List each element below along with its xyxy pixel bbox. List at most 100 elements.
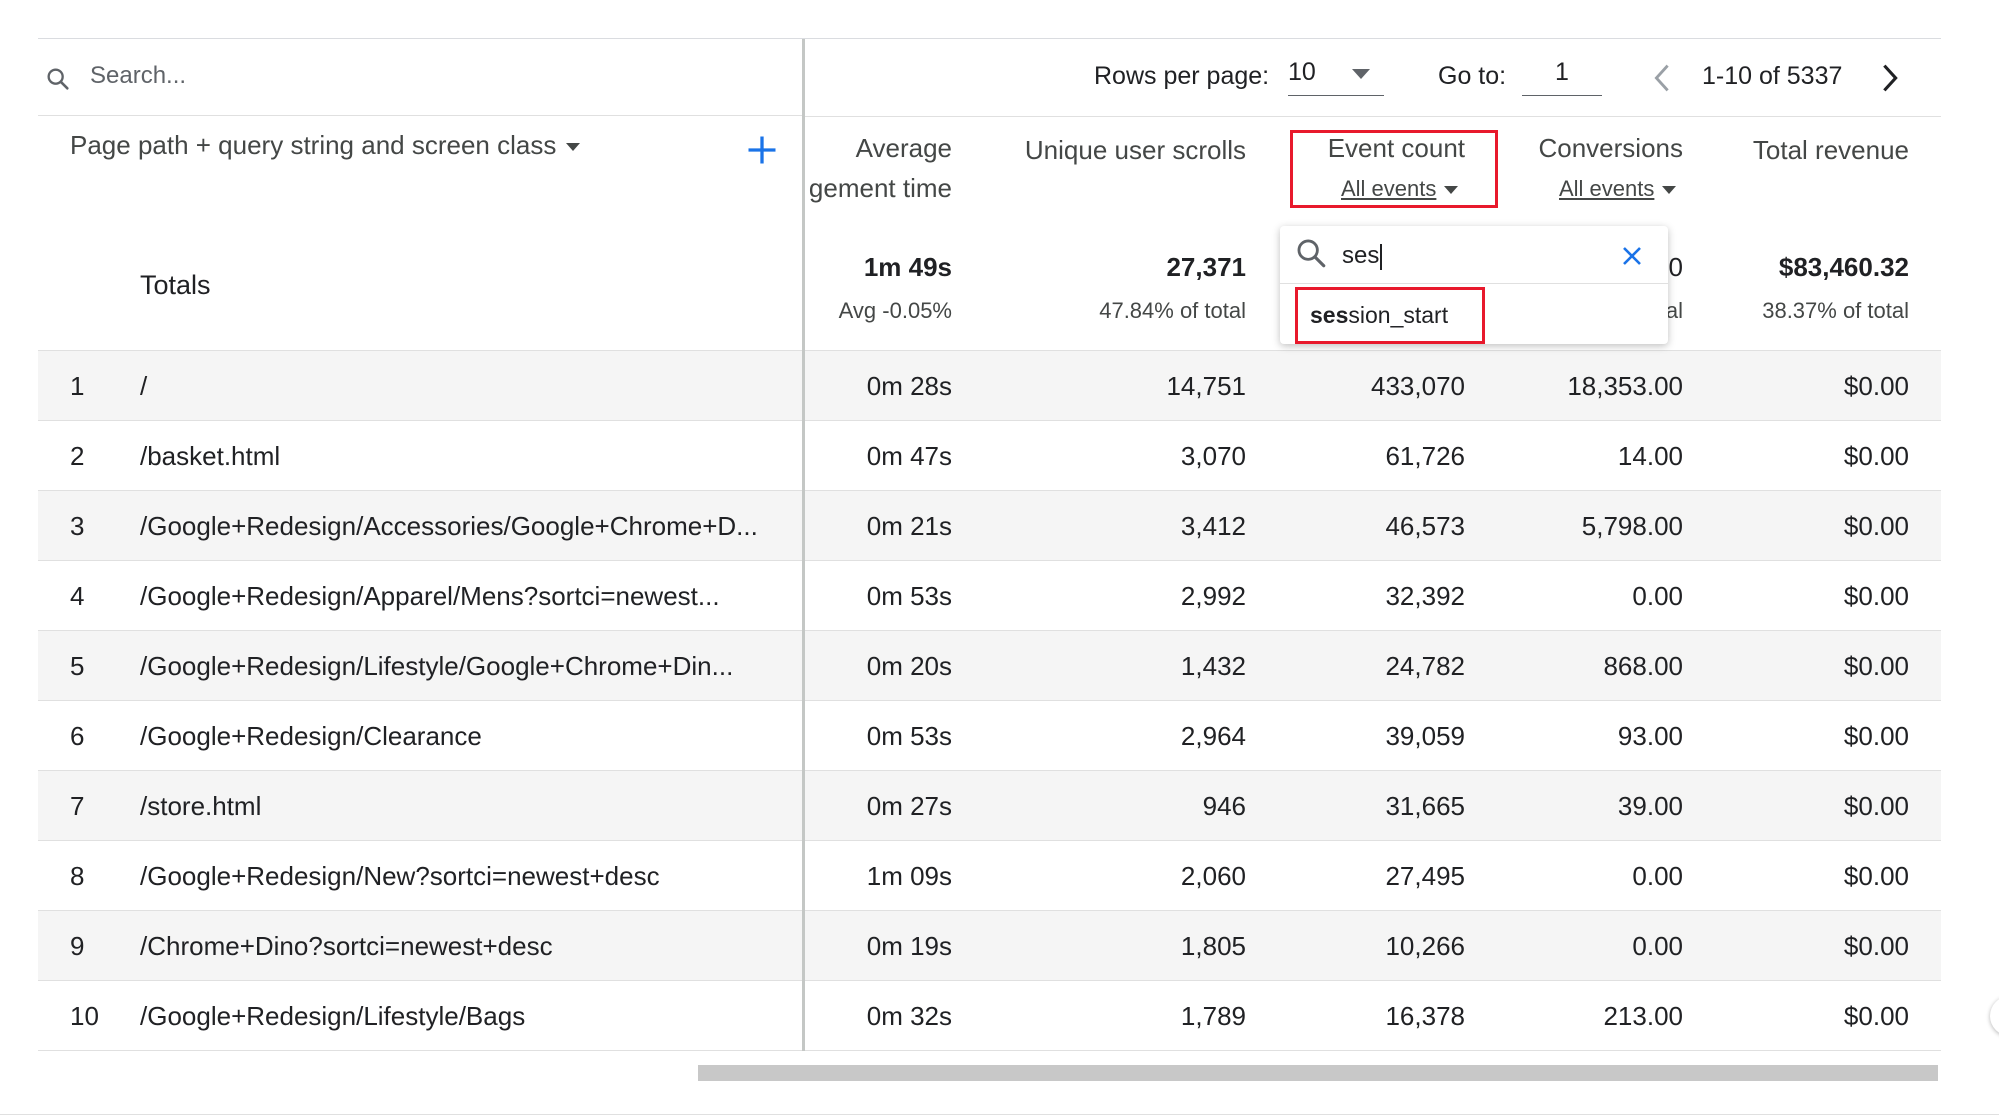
row-events-value: 10,266 bbox=[1385, 931, 1465, 961]
row-page-path[interactable]: / bbox=[140, 371, 147, 402]
clear-search-icon[interactable] bbox=[1620, 244, 1644, 268]
table-row[interactable]: 6/Google+Redesign/Clearance 0m 53s 2,964 39… bbox=[38, 700, 1941, 770]
event-count-highlight-box bbox=[1290, 130, 1498, 208]
row-scrolls-value: 1,805 bbox=[1180, 931, 1246, 961]
totals-avg-engagement-sub: Avg -0.05% bbox=[838, 298, 952, 323]
totals-total-revenue: $83,460.32 bbox=[1778, 252, 1909, 282]
text-cursor bbox=[1380, 243, 1383, 270]
row-revenue-value: $0.00 bbox=[1843, 651, 1909, 681]
row-page-path[interactable]: /Chrome+Dino?sortci=newest+desc bbox=[140, 931, 553, 962]
row-scrolls-value: 2,964 bbox=[1180, 721, 1246, 751]
row-scrolls-value: 2,992 bbox=[1180, 581, 1246, 611]
chevron-down-icon bbox=[1662, 186, 1677, 195]
row-conv-value: 5,798.00 bbox=[1581, 511, 1683, 541]
row-scrolls-value: 1,789 bbox=[1180, 1001, 1246, 1031]
row-scrolls-value: 2,060 bbox=[1180, 861, 1246, 891]
conversions-filter-label: All events bbox=[1559, 176, 1655, 201]
row-conv-value: 14.00 bbox=[1617, 441, 1683, 471]
column-header-conversions[interactable]: Conversions bbox=[1538, 128, 1683, 168]
row-revenue-value: $0.00 bbox=[1843, 441, 1909, 471]
table-row[interactable]: 1 / 0m 28s 14,751 433,070 18,353.00 $0.00 bbox=[38, 350, 1941, 420]
row-index: 7 bbox=[70, 791, 85, 821]
add-dimension-button[interactable] bbox=[744, 132, 780, 168]
row-conv-value: 213.00 bbox=[1603, 1001, 1683, 1031]
column-header-unique-user-scrolls[interactable]: Unique user scrolls bbox=[1025, 130, 1246, 170]
row-index: 1 bbox=[70, 371, 85, 401]
event-search-input[interactable]: ses bbox=[1342, 242, 1383, 270]
row-conv-value: 868.00 bbox=[1603, 651, 1683, 681]
row-page-path[interactable]: /Google+Redesign/Lifestyle/Google+Chrome… bbox=[140, 651, 733, 682]
row-avg-value: 0m 32s bbox=[866, 1001, 952, 1031]
search-bar[interactable]: Search... bbox=[38, 39, 802, 116]
row-avg-value: 0m 53s bbox=[866, 721, 952, 751]
conversions-filter[interactable]: All events bbox=[1559, 176, 1677, 202]
row-index: 5 bbox=[70, 651, 85, 681]
row-events-value: 61,726 bbox=[1385, 441, 1465, 471]
row-conv-value: 0.00 bbox=[1632, 581, 1683, 611]
totals-total-revenue-sub: 38.37% of total bbox=[1762, 298, 1909, 323]
row-page-path[interactable]: /Google+Redesign/New?sortci=newest+desc bbox=[140, 861, 660, 892]
column-header-avg-engagement-line1[interactable]: Average bbox=[856, 128, 952, 168]
rows-per-page-select[interactable]: 10 bbox=[1288, 52, 1384, 96]
table-row[interactable]: 3/Google+Redesign/Accessories/Google+Chr… bbox=[38, 490, 1941, 560]
dropdown-divider bbox=[1280, 283, 1668, 284]
previous-page-button[interactable] bbox=[1648, 60, 1676, 96]
horizontal-scrollbar[interactable] bbox=[698, 1065, 1938, 1081]
column-header-total-revenue[interactable]: Total revenue bbox=[1753, 130, 1909, 170]
row-avg-value: 0m 47s bbox=[866, 441, 952, 471]
row-index: 4 bbox=[70, 581, 85, 611]
row-page-path[interactable]: /store.html bbox=[140, 791, 261, 822]
row-avg-value: 1m 09s bbox=[866, 861, 952, 891]
row-page-path[interactable]: /Google+Redesign/Clearance bbox=[140, 721, 482, 752]
row-revenue-value: $0.00 bbox=[1843, 791, 1909, 821]
table-row[interactable]: 10/Google+Redesign/Lifestyle/Bags 0m 32s 1… bbox=[38, 980, 1941, 1050]
row-avg-value: 0m 20s bbox=[866, 651, 952, 681]
row-page-path[interactable]: /Google+Redesign/Lifestyle/Bags bbox=[140, 1001, 525, 1032]
dimension-selector[interactable]: Page path + query string and screen clas… bbox=[70, 130, 581, 161]
row-conv-value: 93.00 bbox=[1617, 721, 1683, 751]
table-row[interactable]: 4/Google+Redesign/Apparel/Mens?sortci=ne… bbox=[38, 560, 1941, 630]
table-row[interactable]: 5/Google+Redesign/Lifestyle/Google+Chrom… bbox=[38, 630, 1941, 700]
search-icon bbox=[47, 68, 69, 90]
edge-floating-button[interactable] bbox=[1990, 996, 1999, 1036]
totals-unique-user-scrolls: 27,371 bbox=[1166, 252, 1246, 282]
page-bottom-border bbox=[0, 1114, 1999, 1115]
row-revenue-value: $0.00 bbox=[1843, 861, 1909, 891]
row-index: 8 bbox=[70, 861, 85, 891]
row-events-value: 39,059 bbox=[1385, 721, 1465, 751]
row-events-value: 31,665 bbox=[1385, 791, 1465, 821]
table-row[interactable]: 2/basket.html 0m 47s 3,070 61,726 14.00 $0.00 bbox=[38, 420, 1941, 490]
row-revenue-value: $0.00 bbox=[1843, 511, 1909, 541]
row-scrolls-value: 946 bbox=[1202, 791, 1246, 821]
row-index: 3 bbox=[70, 511, 85, 541]
table-row[interactable]: 7/store.html 0m 27s 946 31,665 39.00 $0.00 bbox=[38, 770, 1941, 840]
row-conv-value: 18,353.00 bbox=[1567, 371, 1683, 401]
row-revenue-value: $0.00 bbox=[1843, 931, 1909, 961]
row-avg-value: 0m 27s bbox=[866, 791, 952, 821]
row-page-path[interactable]: /Google+Redesign/Accessories/Google+Chro… bbox=[140, 511, 758, 542]
row-avg-value: 0m 21s bbox=[866, 511, 952, 541]
table-row[interactable]: 9/Chrome+Dino?sortci=newest+desc 0m 19s 1,… bbox=[38, 910, 1941, 980]
row-revenue-value: $0.00 bbox=[1843, 371, 1909, 401]
row-conv-value: 39.00 bbox=[1617, 791, 1683, 821]
row-revenue-value: $0.00 bbox=[1843, 581, 1909, 611]
search-input[interactable]: Search... bbox=[90, 62, 186, 90]
row-revenue-value: $0.00 bbox=[1843, 721, 1909, 751]
dimension-label: Page path + query string and screen clas… bbox=[70, 130, 557, 160]
totals-conversions-sub: al bbox=[1665, 298, 1683, 323]
row-events-value: 27,495 bbox=[1385, 861, 1465, 891]
totals-avg-engagement: 1m 49s bbox=[863, 252, 952, 282]
row-page-path[interactable]: /Google+Redesign/Apparel/Mens?sortci=new… bbox=[140, 581, 720, 612]
column-header-avg-engagement-line2[interactable]: gement time bbox=[809, 168, 952, 208]
row-page-path[interactable]: /basket.html bbox=[140, 441, 280, 472]
next-page-button[interactable] bbox=[1876, 60, 1904, 96]
goto-page-input[interactable]: 1 bbox=[1522, 52, 1602, 96]
row-index: 6 bbox=[70, 721, 85, 751]
row-scrolls-value: 1,432 bbox=[1180, 651, 1246, 681]
row-index: 9 bbox=[70, 931, 85, 961]
dropdown-arrow-icon bbox=[1352, 69, 1370, 79]
row-conv-value: 0.00 bbox=[1632, 931, 1683, 961]
table-row[interactable]: 8/Google+Redesign/New?sortci=newest+desc… bbox=[38, 840, 1941, 910]
frozen-column-divider[interactable] bbox=[802, 39, 805, 1051]
search-icon bbox=[1297, 239, 1326, 268]
